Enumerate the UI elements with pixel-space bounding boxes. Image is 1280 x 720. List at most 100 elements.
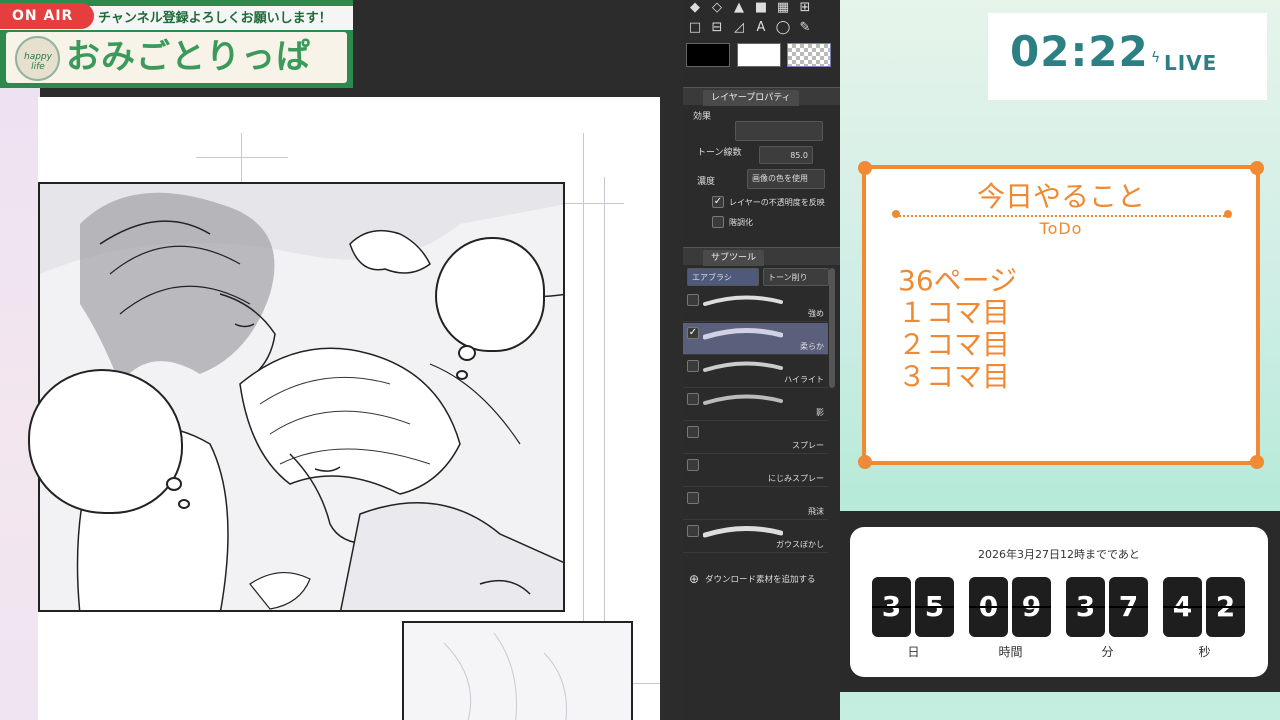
brush-preview <box>703 394 783 405</box>
hours-digit: 0 <box>969 577 1008 637</box>
sketch <box>443 632 567 720</box>
brush-label: にじみスプレー <box>768 474 824 483</box>
todo-divider <box>896 215 1228 217</box>
brush-label: 強め <box>808 309 824 318</box>
brush-item[interactable]: スプレー <box>683 422 828 454</box>
speech-balloon[interactable] <box>435 237 545 352</box>
crop-mark <box>196 157 288 158</box>
speech-balloon[interactable] <box>28 369 183 514</box>
channel-title: おみごとりっぱ <box>66 37 311 77</box>
brush-visible-checkbox[interactable] <box>687 294 699 306</box>
balloon-tail <box>166 477 182 491</box>
stream-header: ON AIR チャンネル登録よろしくお願いします！ happy life おみご… <box>0 0 353 88</box>
canvas-gutter <box>0 0 40 720</box>
channel-logo: happy life <box>15 36 60 81</box>
brush-visible-checkbox[interactable]: ✓ <box>687 327 699 339</box>
brush-item-selected[interactable]: ✓ 柔らか <box>683 323 828 355</box>
minutes-digit: 3 <box>1066 577 1105 637</box>
brush-visible-checkbox[interactable] <box>687 492 699 504</box>
brush-label: ハイライト <box>784 375 824 384</box>
minutes-digit: 7 <box>1109 577 1148 637</box>
days-digit: 5 <box>915 577 954 637</box>
days-unit: 日 <box>907 645 920 659</box>
main-color-swatch[interactable] <box>686 43 730 67</box>
pen-tool-icon[interactable]: ■ <box>753 0 769 16</box>
comic-panel-2[interactable] <box>402 621 633 720</box>
corner-dot <box>1250 455 1264 469</box>
brush-preview <box>703 295 783 306</box>
corner-dot <box>858 455 872 469</box>
todo-item: ３コマ目 <box>898 360 1011 393</box>
tone-lines-input[interactable]: 85.0 <box>759 146 813 164</box>
brush-visible-checkbox[interactable] <box>687 525 699 537</box>
tool-row-2: □ ⊟ ◿ A ◯ ✎ <box>687 20 813 36</box>
frame-tool-icon[interactable]: □ <box>687 20 703 36</box>
days-digit: 3 <box>872 577 911 637</box>
brush-item[interactable]: 影 <box>683 389 828 421</box>
airbrush-tool-icon[interactable]: ▲ <box>731 0 747 16</box>
brush-label: 飛沫 <box>808 507 824 516</box>
subtool-group-tone-scrape[interactable]: トーン削り <box>763 268 829 286</box>
todo-card: 今日やること ToDo 36ページ １コマ目 ２コマ目 ３コマ目 <box>858 161 1264 469</box>
brush-label: 影 <box>816 408 824 417</box>
invert-opacity-checkbox[interactable]: ✓ <box>712 196 724 208</box>
text-tool-icon[interactable]: A <box>753 20 769 36</box>
transparent-color-swatch[interactable] <box>787 43 831 67</box>
manga-page[interactable] <box>28 97 660 720</box>
layer-property-tab[interactable]: レイヤープロパティ <box>703 90 799 106</box>
grid-tool-icon[interactable]: ⊞ <box>797 0 813 16</box>
header-title-plate: happy life おみごとりっぱ <box>6 32 347 83</box>
countdown-widget: 2026年3月27日12時までであと 3 5 0 9 3 7 4 2 日 時間 … <box>840 511 1280 692</box>
ruler-tool-icon[interactable]: ⊟ <box>709 20 725 36</box>
balloon-tail <box>178 499 190 509</box>
brush-label: ガウスぼかし <box>776 540 824 549</box>
minutes-unit: 分 <box>1101 645 1114 659</box>
drawing-canvas[interactable] <box>0 0 683 720</box>
logo-text: happy life <box>24 52 52 72</box>
hours-digit: 9 <box>1012 577 1051 637</box>
brush-label: 柔らか <box>800 342 824 351</box>
corner-dot <box>1250 161 1264 175</box>
todo-item: １コマ目 <box>898 296 1011 329</box>
todo-item: 36ページ <box>898 264 1018 297</box>
brush-item[interactable]: ハイライト <box>683 356 828 388</box>
effect-buttons[interactable] <box>735 121 823 141</box>
sub-color-swatch[interactable] <box>737 43 781 67</box>
on-air-badge: ON AIR <box>0 3 94 29</box>
todo-title: 今日やること <box>976 180 1145 213</box>
subtool-tab[interactable]: サブツール <box>703 250 765 266</box>
clock-time: 02:22 <box>1010 27 1149 76</box>
stream-overlay: 02:22 ϟ LIVE 今日やること ToDo 36ページ １コマ目 ２コマ目… <box>840 0 1280 720</box>
brush-preview <box>703 327 783 340</box>
line-correction-tool-icon[interactable]: ✎ <box>797 20 813 36</box>
tone-tool-icon[interactable]: ▦ <box>775 0 791 16</box>
effect-label: 効果 <box>693 112 712 122</box>
brush-visible-checkbox[interactable] <box>687 426 699 438</box>
gradient-tool-icon[interactable]: ◿ <box>731 20 747 36</box>
subtool-header: サブツール <box>683 247 840 266</box>
hours-unit: 時間 <box>998 645 1023 659</box>
fill-tool-icon[interactable]: ◆ <box>687 0 703 16</box>
todo-subtitle: ToDo <box>1039 219 1083 238</box>
brush-visible-checkbox[interactable] <box>687 393 699 405</box>
brush-visible-checkbox[interactable] <box>687 459 699 471</box>
clock-widget: 02:22 ϟ LIVE <box>988 13 1267 100</box>
add-material-link[interactable]: ダウンロード素材を追加する <box>705 573 816 585</box>
density-select[interactable]: 画像の色を使用 <box>747 169 825 189</box>
brush-item[interactable]: にじみスプレー <box>683 455 828 487</box>
corner-dot <box>858 161 872 175</box>
brush-item[interactable]: 強め <box>683 290 828 322</box>
posterize-checkbox[interactable] <box>712 216 724 228</box>
subtool-group-airbrush[interactable]: エアブラシ <box>687 268 759 286</box>
balloon-tail <box>456 370 468 380</box>
subtool-scrollbar[interactable] <box>829 268 835 388</box>
add-material-icon[interactable]: ⊕ <box>689 572 699 586</box>
posterize-label: 階調化 <box>729 218 753 227</box>
balloon-tool-icon[interactable]: ◯ <box>775 20 791 36</box>
brush-preview <box>703 525 783 538</box>
eraser-tool-icon[interactable]: ◇ <box>709 0 725 16</box>
brush-visible-checkbox[interactable] <box>687 360 699 372</box>
divider-dot <box>892 210 900 218</box>
brush-item[interactable]: 飛沫 <box>683 488 828 520</box>
brush-item[interactable]: ガウスぼかし <box>683 521 828 553</box>
